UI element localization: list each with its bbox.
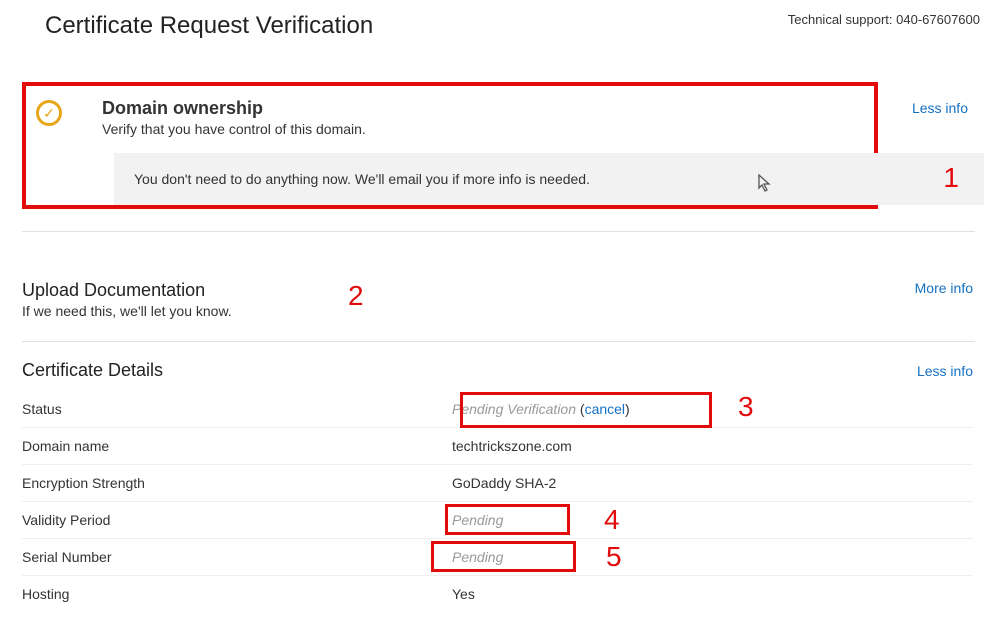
upload-toggle-link[interactable]: More info bbox=[915, 280, 973, 296]
page-title: Certificate Request Verification bbox=[45, 12, 373, 40]
status-label: Status bbox=[22, 401, 452, 417]
hosting-label: Hosting bbox=[22, 586, 452, 602]
annotation-5: 5 bbox=[606, 541, 622, 573]
domain-note-banner: You don't need to do anything now. We'll… bbox=[114, 153, 984, 205]
annotation-box-3 bbox=[460, 392, 712, 428]
detail-row-domain: Domain name techtrickszone.com bbox=[22, 428, 973, 465]
divider bbox=[22, 341, 975, 342]
encryption-value: GoDaddy SHA-2 bbox=[452, 475, 556, 491]
domain-note-text: You don't need to do anything now. We'll… bbox=[134, 171, 590, 187]
divider bbox=[22, 231, 975, 232]
upload-subtitle: If we need this, we'll let you know. bbox=[22, 303, 232, 319]
cursor-icon bbox=[757, 173, 773, 198]
annotation-1: 1 bbox=[943, 162, 959, 194]
hosting-value: Yes bbox=[452, 586, 475, 602]
annotation-box-5 bbox=[431, 541, 576, 572]
domain-ownership-section: ✓ Domain ownership Verify that you have … bbox=[22, 82, 878, 209]
check-circle-icon: ✓ bbox=[36, 100, 62, 126]
detail-row-encryption: Encryption Strength GoDaddy SHA-2 bbox=[22, 465, 973, 502]
domain-ownership-title: Domain ownership bbox=[102, 98, 366, 119]
upload-title: Upload Documentation bbox=[22, 280, 232, 301]
certificate-details-title: Certificate Details bbox=[22, 360, 163, 381]
detail-row-validity: Validity Period Pending 4 bbox=[22, 502, 973, 539]
domain-label: Domain name bbox=[22, 438, 452, 454]
support-text: Technical support: 040-67607600 bbox=[788, 12, 980, 27]
annotation-box-4 bbox=[445, 504, 570, 535]
domain-toggle-link[interactable]: Less info bbox=[912, 100, 968, 116]
detail-row-hosting: Hosting Yes bbox=[22, 576, 973, 612]
detail-row-serial: Serial Number Pending 5 bbox=[22, 539, 973, 576]
serial-label: Serial Number bbox=[22, 549, 452, 565]
annotation-2: 2 bbox=[348, 280, 364, 312]
validity-label: Validity Period bbox=[22, 512, 452, 528]
upload-section: Upload Documentation If we need this, we… bbox=[22, 280, 985, 319]
annotation-3: 3 bbox=[738, 391, 754, 423]
check-mark-icon: ✓ bbox=[43, 106, 55, 120]
domain-value: techtrickszone.com bbox=[452, 438, 572, 454]
detail-row-status: Status Pending Verification (cancel) 3 bbox=[22, 391, 973, 428]
annotation-4: 4 bbox=[604, 504, 620, 536]
details-toggle-link[interactable]: Less info bbox=[917, 363, 973, 379]
encryption-label: Encryption Strength bbox=[22, 475, 452, 491]
certificate-details-section: Certificate Details Less info Status Pen… bbox=[22, 360, 985, 612]
domain-ownership-subtitle: Verify that you have control of this dom… bbox=[102, 121, 366, 137]
